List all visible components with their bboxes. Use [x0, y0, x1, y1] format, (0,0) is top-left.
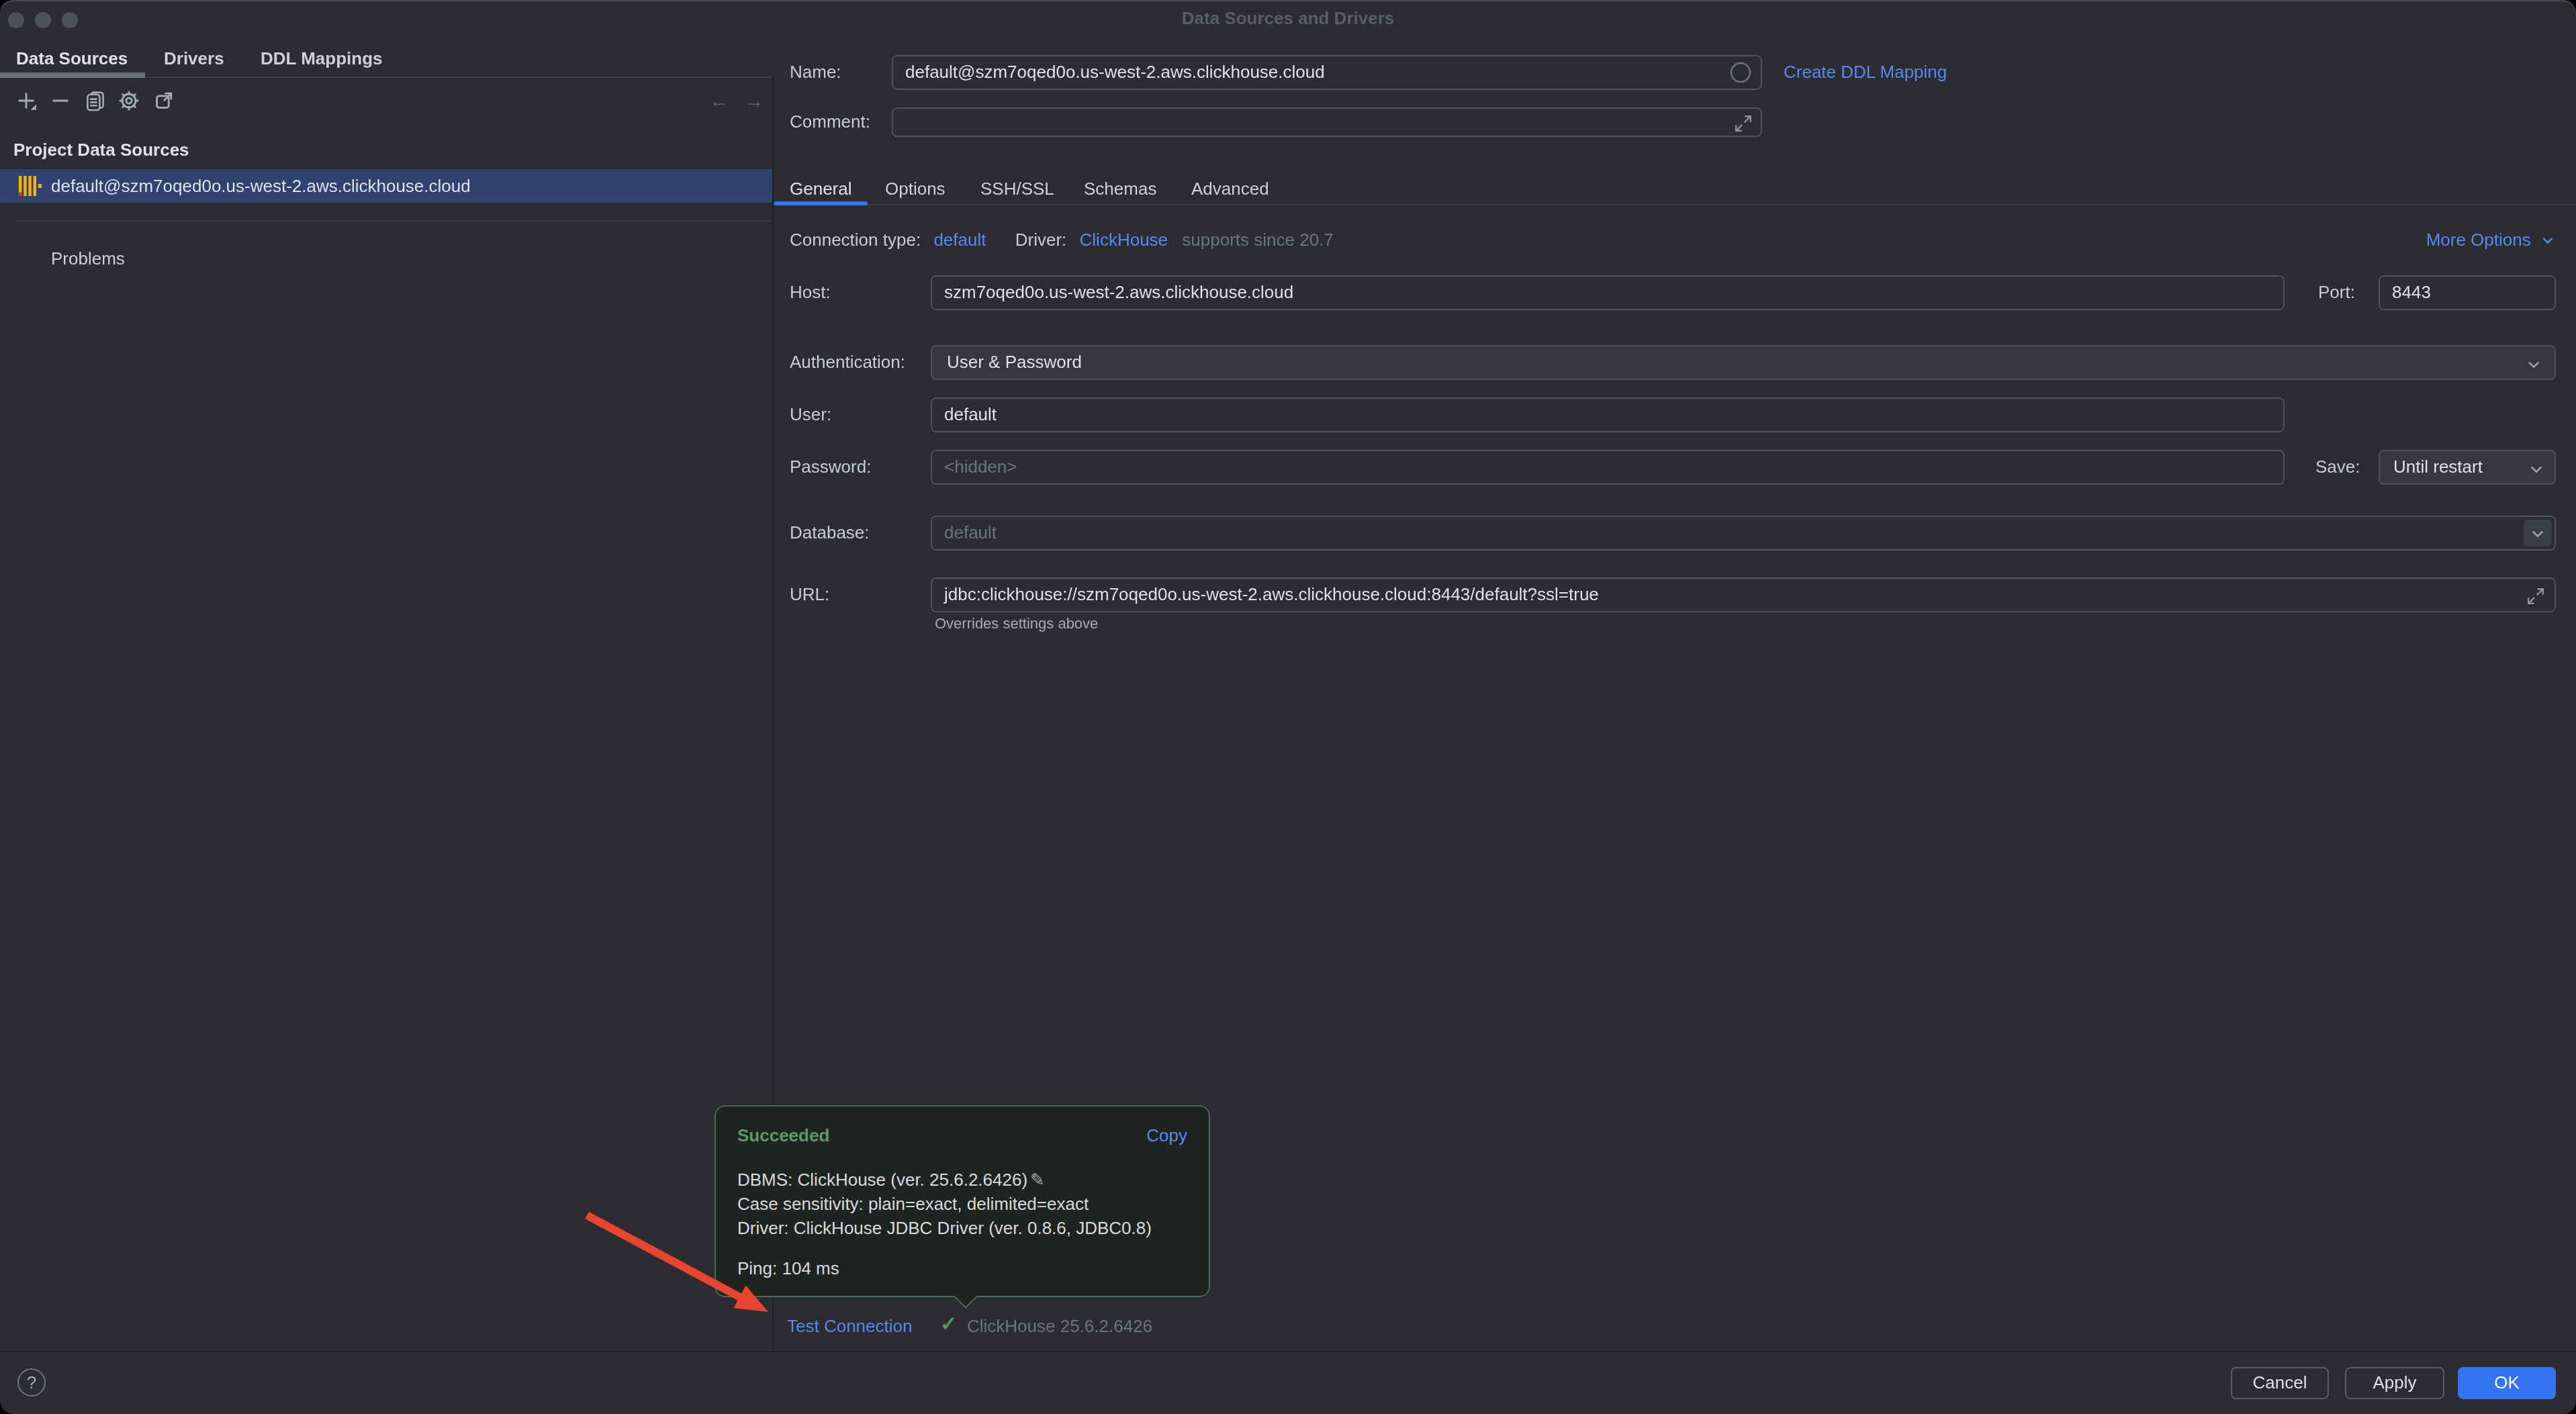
success-check-icon: ✓	[940, 1312, 957, 1336]
duplicate-icon[interactable]	[85, 90, 106, 111]
tab-options[interactable]: Options	[885, 179, 946, 199]
database-input[interactable]: default	[931, 516, 2556, 551]
save-label: Save:	[2315, 450, 2360, 485]
host-input[interactable]: szm7oqed0o.us-west-2.aws.clickhouse.clou…	[931, 275, 2285, 310]
tab-data-sources[interactable]: Data Sources	[16, 48, 128, 68]
name-label: Name:	[790, 55, 841, 90]
url-note: Overrides settings above	[935, 615, 1098, 631]
driver-value[interactable]: ClickHouse	[1080, 230, 1168, 250]
open-in-window-icon[interactable]	[153, 90, 175, 111]
data-source-color-icon[interactable]	[1730, 62, 1751, 83]
back-arrow-icon[interactable]: ←	[709, 89, 729, 111]
tab-ssh-ssl[interactable]: SSH/SSL	[980, 179, 1054, 199]
add-icon[interactable]	[16, 90, 38, 111]
driver-label: Driver:	[1015, 230, 1067, 250]
ok-button[interactable]: OK	[2458, 1367, 2556, 1399]
password-input[interactable]: <hidden>	[931, 450, 2285, 485]
create-ddl-mapping-link[interactable]: Create DDL Mapping	[1784, 55, 1947, 90]
connection-type-value[interactable]: default	[933, 230, 986, 250]
expand-icon[interactable]	[2525, 585, 2546, 607]
expand-icon[interactable]	[1733, 113, 1754, 134]
problems-item[interactable]: Problems	[51, 248, 125, 269]
tab-schemas[interactable]: Schemas	[1084, 179, 1156, 199]
test-connection-popup: Succeeded Copy DBMS: ClickHouse (ver. 25…	[715, 1105, 1210, 1297]
port-label: Port:	[2318, 275, 2355, 310]
tab-general[interactable]: General	[790, 179, 852, 199]
authentication-label: Authentication:	[790, 345, 905, 380]
help-button[interactable]: ?	[17, 1368, 46, 1397]
data-source-item-label: default@szm7oqed0o.us-west-2.aws.clickho…	[51, 169, 471, 203]
save-select[interactable]: Until restart	[2379, 450, 2556, 485]
footer-divider	[0, 1351, 2576, 1352]
tab-ddl-mappings[interactable]: DDL Mappings	[261, 48, 383, 68]
popup-line-case: Case sensitivity: plain=exact, delimited…	[737, 1192, 1152, 1217]
forward-arrow-icon[interactable]: →	[744, 89, 764, 111]
test-connection-link[interactable]: Test Connection	[787, 1316, 912, 1336]
remove-icon[interactable]	[50, 90, 71, 111]
user-label: User:	[790, 397, 831, 432]
comment-label: Comment:	[790, 107, 870, 137]
driver-note: supports since 20.7	[1182, 230, 1333, 250]
clickhouse-icon	[19, 176, 43, 196]
popup-status: Succeeded	[737, 1125, 829, 1145]
annotation-arrow	[0, 0, 2576, 1414]
edit-pencil-icon[interactable]: ✎	[1030, 1170, 1045, 1190]
popup-line-dbms: DBMS: ClickHouse (ver. 25.6.2.6426)✎	[737, 1168, 1152, 1192]
popup-line-driver: Driver: ClickHouse JDBC Driver (ver. 0.8…	[737, 1217, 1152, 1241]
tab-advanced[interactable]: Advanced	[1191, 179, 1269, 199]
chevron-down-icon	[2540, 232, 2556, 248]
dialog-title: Data Sources and Drivers	[0, 8, 2576, 28]
url-input[interactable]: jdbc:clickhouse://szm7oqed0o.us-west-2.a…	[931, 577, 2556, 612]
chevron-down-icon	[2528, 461, 2545, 478]
list-separator	[16, 220, 771, 222]
popup-ping: Ping: 104 ms	[737, 1258, 839, 1278]
cancel-button[interactable]: Cancel	[2231, 1367, 2329, 1399]
active-tab-underline	[0, 73, 145, 77]
user-input[interactable]: default	[931, 397, 2285, 432]
data-source-list-item[interactable]: default@szm7oqed0o.us-west-2.aws.clickho…	[0, 169, 772, 203]
project-data-sources-label: Project Data Sources	[13, 140, 189, 160]
name-input[interactable]: default@szm7oqed0o.us-west-2.aws.clickho…	[892, 55, 1762, 90]
password-label: Password:	[790, 450, 871, 485]
connection-type-label: Connection type:	[790, 230, 921, 250]
popup-copy-link[interactable]: Copy	[1146, 1125, 1187, 1145]
active-form-tab-underline	[774, 201, 868, 205]
host-label: Host:	[790, 275, 831, 310]
connection-result-text: ClickHouse 25.6.2.6426	[967, 1316, 1152, 1336]
apply-button[interactable]: Apply	[2345, 1367, 2444, 1399]
data-sources-dialog: Data Sources and Drivers Data Sources Dr…	[0, 0, 2576, 1414]
settings-gear-icon[interactable]	[118, 90, 140, 111]
url-label: URL:	[790, 577, 829, 612]
form-tabstrip-border	[774, 204, 2576, 205]
chevron-down-icon	[2525, 356, 2542, 373]
tab-drivers[interactable]: Drivers	[164, 48, 224, 68]
port-input[interactable]: 8443	[2379, 275, 2556, 310]
more-options-link[interactable]: More Options	[2426, 230, 2556, 250]
comment-input[interactable]	[892, 107, 1762, 137]
authentication-select[interactable]: User & Password	[931, 345, 2556, 380]
database-dropdown-button[interactable]	[2524, 520, 2552, 547]
database-label: Database:	[790, 516, 870, 551]
